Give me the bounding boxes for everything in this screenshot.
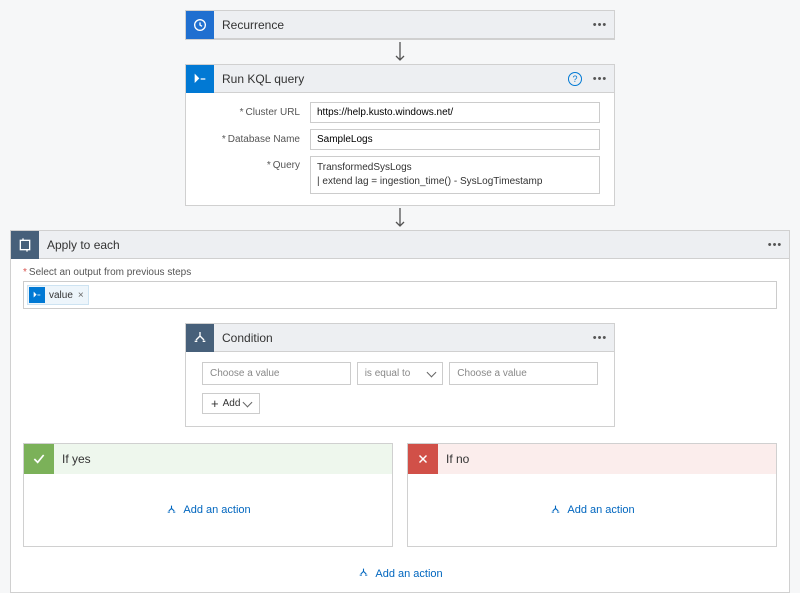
apply-title: Apply to each <box>39 238 761 252</box>
condition-icon <box>186 324 214 352</box>
query-label: Query <box>200 156 310 171</box>
condition-right-input[interactable]: Choose a value <box>449 362 598 385</box>
add-action-button[interactable]: Add an action <box>408 474 776 546</box>
condition-left-input[interactable]: Choose a value <box>202 362 351 385</box>
close-icon <box>408 444 438 474</box>
recurrence-title: Recurrence <box>214 18 586 32</box>
more-icon[interactable]: ••• <box>586 73 614 85</box>
chevron-down-icon <box>427 368 437 378</box>
more-icon[interactable]: ••• <box>761 239 789 251</box>
condition-header[interactable]: Condition ••• <box>186 324 614 352</box>
arrow-icon <box>0 206 800 230</box>
recurrence-card[interactable]: Recurrence ••• <box>185 10 615 40</box>
value-token[interactable]: value × <box>27 285 89 305</box>
cluster-url-input[interactable] <box>310 102 600 123</box>
condition-title: Condition <box>214 331 586 345</box>
select-output-input[interactable]: value × <box>23 281 777 309</box>
kql-title: Run KQL query <box>214 72 568 86</box>
kusto-icon <box>186 65 214 93</box>
more-icon[interactable]: ••• <box>586 19 614 31</box>
kql-card[interactable]: Run KQL query ? ••• Cluster URL Database… <box>185 64 615 206</box>
help-icon[interactable]: ? <box>568 72 582 86</box>
if-yes-branch: If yes Add an action <box>23 443 393 547</box>
condition-card: Condition ••• Choose a value is equal to… <box>185 323 615 427</box>
if-no-branch: If no Add an action <box>407 443 777 547</box>
condition-operator-select[interactable]: is equal to <box>357 362 444 385</box>
add-condition-button[interactable]: + Add <box>202 393 260 414</box>
if-yes-title: If yes <box>54 452 91 466</box>
select-output-label: Select an output from previous steps <box>23 267 777 278</box>
arrow-icon <box>0 40 800 64</box>
clock-icon <box>186 11 214 39</box>
if-no-title: If no <box>438 452 469 466</box>
apply-to-each-card: Apply to each ••• Select an output from … <box>10 230 790 593</box>
cluster-url-label: Cluster URL <box>200 107 310 118</box>
remove-token-icon[interactable]: × <box>78 290 84 301</box>
more-icon[interactable]: ••• <box>586 332 614 344</box>
add-action-button[interactable]: Add an action <box>24 474 392 546</box>
loop-icon <box>11 231 39 259</box>
query-input[interactable]: TransformedSysLogs | extend lag = ingest… <box>310 156 600 194</box>
database-name-label: Database Name <box>200 134 310 145</box>
database-name-input[interactable] <box>310 129 600 150</box>
kusto-icon <box>29 287 45 303</box>
chevron-down-icon <box>243 398 253 408</box>
add-action-button[interactable]: Add an action <box>357 567 442 580</box>
apply-to-each-header[interactable]: Apply to each ••• <box>11 231 789 259</box>
check-icon <box>24 444 54 474</box>
